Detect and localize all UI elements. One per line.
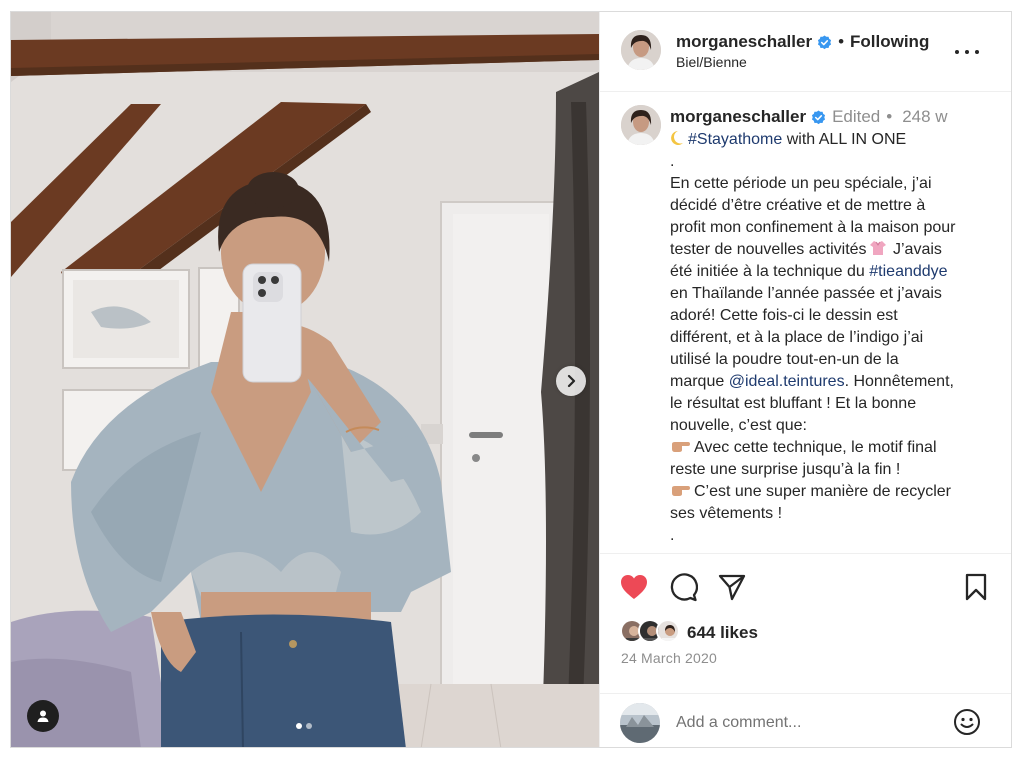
caption-text-segment: with ALL IN ONE bbox=[782, 131, 907, 148]
save-button[interactable] bbox=[960, 572, 992, 602]
photo-image bbox=[11, 12, 599, 747]
avatar-image bbox=[620, 703, 660, 743]
post-details-panel: morganeschaller • Following Biel/Bienne bbox=[599, 12, 1011, 747]
caption-author-avatar[interactable] bbox=[621, 105, 661, 145]
carousel-dot-2 bbox=[306, 723, 312, 729]
avatar-image bbox=[621, 105, 661, 145]
caption-text-segment: Avec cette technique, le motif final bbox=[694, 439, 937, 456]
like-button[interactable] bbox=[618, 572, 650, 602]
current-user-avatar bbox=[620, 703, 660, 743]
caption-text-segment: marque bbox=[670, 373, 729, 390]
post-actions: 644 likes 24 March 2020 bbox=[600, 553, 1011, 693]
verified-badge-icon bbox=[818, 34, 832, 49]
carousel-indicator bbox=[296, 723, 312, 729]
carousel-dot-1 bbox=[296, 723, 302, 729]
caption-line: utilisé la poudre tout-en-un de la bbox=[670, 351, 899, 368]
caption-text-segment: tester de nouvelles activités bbox=[670, 241, 867, 258]
likes-count[interactable]: 644 likes bbox=[687, 623, 758, 643]
pointing-hand-icon bbox=[672, 486, 690, 496]
more-options-icon bbox=[955, 50, 959, 54]
edited-separator: • bbox=[886, 107, 893, 126]
caption-text-segment: . Honnêtement, bbox=[844, 373, 954, 390]
post-age[interactable]: 248 w bbox=[902, 107, 947, 127]
header-separator: • bbox=[838, 32, 845, 51]
avatar-image bbox=[621, 30, 661, 70]
more-options-icon-dot bbox=[965, 50, 969, 54]
caption-section: morganeschaller Edited • 248 w #Stayatho… bbox=[600, 93, 1011, 553]
caption-header: morganeschaller Edited • 248 w bbox=[670, 107, 948, 127]
following-button[interactable]: Following bbox=[850, 32, 929, 52]
header-user-row: morganeschaller • Following bbox=[676, 32, 929, 52]
heart-filled-icon bbox=[621, 575, 647, 599]
caption-text-segment: C’est une super manière de recycler bbox=[694, 483, 952, 500]
caption-line: reste une surprise jusqu’à la fin ! bbox=[670, 461, 901, 478]
author-avatar[interactable] bbox=[621, 30, 661, 70]
comment-input[interactable] bbox=[676, 712, 936, 734]
caption-line: en Thaïlande l’année passée et j’avais bbox=[670, 285, 942, 302]
tagged-users-button[interactable] bbox=[27, 700, 59, 732]
post-card: morganeschaller • Following Biel/Bienne bbox=[10, 11, 1012, 748]
caption-line: décidé d’être créative et de mettre à bbox=[670, 197, 926, 214]
comment-bubble-icon bbox=[670, 573, 698, 602]
post-date[interactable]: 24 March 2020 bbox=[621, 650, 717, 666]
user-tag-icon bbox=[37, 710, 49, 722]
verified-badge-icon bbox=[812, 109, 826, 124]
caption-line: profit mon confinement à la maison pour bbox=[670, 219, 956, 236]
paper-plane-icon bbox=[718, 574, 746, 601]
hashtag-link[interactable]: #tieanddye bbox=[869, 263, 947, 280]
author-username[interactable]: morganeschaller bbox=[676, 32, 812, 52]
post-header: morganeschaller • Following Biel/Bienne bbox=[600, 12, 1011, 92]
post-location[interactable]: Biel/Bienne bbox=[676, 54, 747, 70]
pointing-hand-icon bbox=[672, 442, 690, 452]
more-options-button[interactable] bbox=[955, 42, 979, 62]
post-photo[interactable] bbox=[11, 12, 599, 747]
caption-line: . bbox=[670, 153, 675, 170]
chevron-right-icon bbox=[567, 374, 576, 388]
hashtag-link[interactable]: #Stayathome bbox=[688, 131, 782, 148]
caption-line: tester de nouvelles activités J’avais bbox=[670, 239, 1000, 261]
mention-link[interactable]: @ideal.teintures bbox=[729, 373, 845, 390]
caption-text-segment: été initiée à la technique du bbox=[670, 263, 870, 280]
caption-line: le résultat est bluffant ! Et la bonne bbox=[670, 395, 917, 412]
share-button[interactable] bbox=[716, 572, 748, 602]
caption-line: différent, et à la place de l’indigo j’a… bbox=[670, 329, 924, 346]
caption-line: . bbox=[670, 527, 675, 544]
liked-by-avatars[interactable] bbox=[620, 619, 684, 645]
crescent-moon-icon bbox=[671, 131, 683, 145]
comment-composer bbox=[600, 693, 1011, 747]
smiley-icon bbox=[954, 709, 980, 735]
bookmark-icon bbox=[965, 573, 987, 601]
avatar-image bbox=[658, 621, 678, 641]
caption-username[interactable]: morganeschaller bbox=[670, 107, 806, 127]
caption-line: nouvelle, c’est que: bbox=[670, 417, 807, 434]
caption-line: marque @ideal.teintures. Honnêtement, bbox=[670, 371, 1000, 393]
caption-line: C’est une super manière de recycler bbox=[670, 481, 1000, 503]
caption-line: adoré! Cette fois-ci le dessin est bbox=[670, 307, 898, 324]
liker-avatar bbox=[656, 619, 680, 643]
caption-text-segment: J’avais bbox=[888, 241, 942, 258]
edited-label: Edited bbox=[832, 107, 881, 126]
comment-button[interactable] bbox=[667, 572, 699, 602]
caption-text: #Stayathome with ALL IN ONE . En cette p… bbox=[670, 129, 1000, 547]
caption-line: ses vêtements ! bbox=[670, 505, 783, 522]
caption-line: #Stayathome with ALL IN ONE bbox=[670, 129, 1000, 151]
caption-line: été initiée à la technique du #tieanddye bbox=[670, 261, 1000, 283]
caption-line: En cette période un peu spéciale, j’ai bbox=[670, 175, 932, 192]
carousel-next-button[interactable] bbox=[556, 366, 586, 396]
caption-line: Avec cette technique, le motif final bbox=[670, 437, 1000, 459]
more-options-icon-dot bbox=[975, 50, 979, 54]
blouse-icon bbox=[869, 241, 886, 255]
emoji-picker-button[interactable] bbox=[953, 708, 981, 736]
